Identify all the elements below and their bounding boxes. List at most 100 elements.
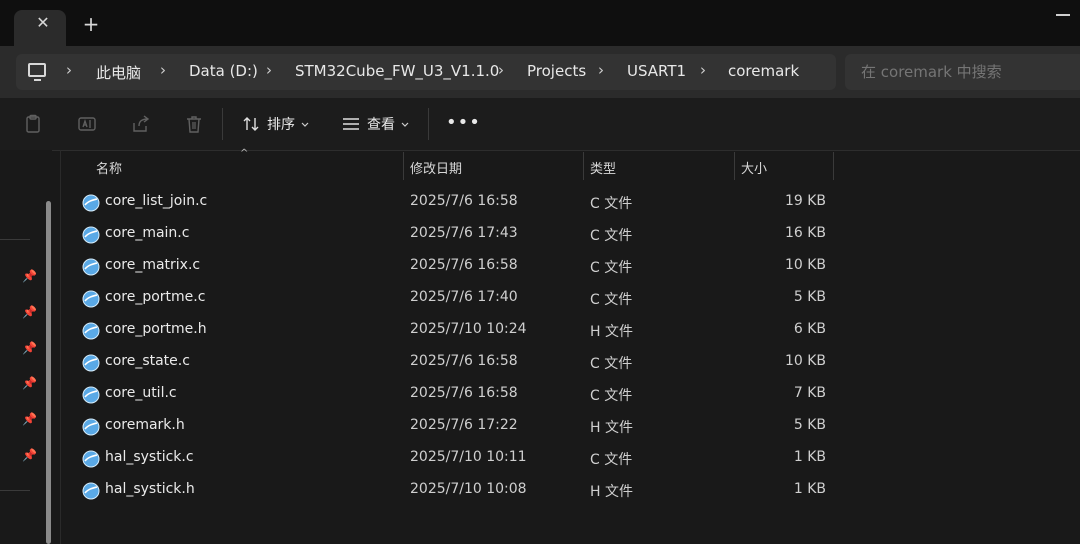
file-date: 2025/7/6 16:58 — [410, 385, 518, 401]
file-row[interactable]: core_util.c 2025/7/6 16:58 C 文件 7 KB — [62, 378, 1080, 410]
file-size: 1 KB — [793, 481, 826, 497]
column-name[interactable]: 名称 — [96, 158, 122, 177]
file-name: core_portme.c — [105, 289, 206, 305]
close-tab-icon[interactable]: ✕ — [34, 14, 52, 32]
column-type[interactable]: 类型 — [590, 158, 616, 177]
file-name: hal_systick.h — [105, 481, 195, 497]
view-button[interactable]: 查看 — [341, 112, 409, 136]
file-size: 5 KB — [793, 417, 826, 433]
file-size: 7 KB — [793, 385, 826, 401]
column-header: ^ 名称 修改日期 类型 大小 — [62, 148, 1080, 182]
search-input[interactable] — [845, 54, 1080, 90]
file-type: C 文件 — [590, 196, 633, 212]
file-size: 6 KB — [793, 321, 826, 337]
column-separator[interactable] — [734, 152, 735, 180]
column-separator[interactable] — [403, 152, 404, 180]
file-size: 19 KB — [784, 193, 826, 209]
pin-icon[interactable]: 📌 — [22, 412, 37, 426]
chevron-right-icon[interactable]: › — [598, 61, 604, 79]
computer-icon[interactable] — [28, 63, 46, 81]
view-icon — [343, 118, 359, 130]
c-source-file-icon — [82, 226, 100, 244]
file-row[interactable]: hal_systick.h 2025/7/10 10:08 H 文件 1 KB — [62, 474, 1080, 506]
file-type: H 文件 — [590, 420, 633, 436]
file-type: C 文件 — [590, 228, 633, 244]
file-name: hal_systick.c — [105, 449, 194, 465]
column-date[interactable]: 修改日期 — [410, 158, 462, 177]
file-size: 1 KB — [793, 449, 826, 465]
column-separator[interactable] — [833, 152, 834, 180]
c-source-file-icon — [82, 258, 100, 276]
file-row[interactable]: core_list_join.c 2025/7/6 16:58 C 文件 19 … — [62, 186, 1080, 218]
header-file-icon — [82, 482, 100, 500]
file-type: H 文件 — [590, 324, 633, 340]
breadcrumb-usart1[interactable]: USART1 — [627, 62, 686, 80]
file-size: 16 KB — [784, 225, 826, 241]
file-size: 10 KB — [784, 257, 826, 273]
navigation-pane: 📌 📌 📌 📌 📌 📌 — [0, 150, 52, 544]
file-list: core_list_join.c 2025/7/6 16:58 C 文件 19 … — [62, 186, 1080, 506]
clipboard-icon[interactable] — [23, 114, 43, 134]
file-name: core_portme.h — [105, 321, 207, 337]
pin-icon[interactable]: 📌 — [22, 305, 37, 319]
nav-divider — [0, 239, 30, 240]
file-type: H 文件 — [590, 484, 633, 500]
minimize-icon[interactable] — [1056, 14, 1070, 16]
breadcrumb-projects[interactable]: Projects — [527, 62, 586, 80]
file-row[interactable]: coremark.h 2025/7/6 17:22 H 文件 5 KB — [62, 410, 1080, 442]
chevron-right-icon[interactable]: › — [498, 61, 504, 79]
sort-label: 排序 — [267, 117, 295, 133]
toolbar-separator — [428, 108, 429, 140]
title-bar: ✕ + — [0, 0, 1080, 46]
chevron-right-icon[interactable]: › — [160, 61, 166, 79]
chevron-right-icon[interactable]: › — [66, 61, 72, 79]
file-date: 2025/7/10 10:11 — [410, 449, 527, 465]
pin-icon[interactable]: 📌 — [22, 448, 37, 462]
sort-icon — [243, 117, 259, 131]
chevron-down-icon — [401, 122, 409, 127]
pin-icon[interactable]: 📌 — [22, 341, 37, 355]
more-options-button[interactable]: ••• — [446, 112, 480, 136]
chevron-down-icon — [301, 122, 309, 127]
breadcrumb-stm32cube[interactable]: STM32Cube_FW_U3_V1.1.0 — [295, 62, 499, 80]
file-date: 2025/7/6 17:22 — [410, 417, 518, 433]
sort-caret-icon: ^ — [240, 148, 249, 159]
file-row[interactable]: core_main.c 2025/7/6 17:43 C 文件 16 KB — [62, 218, 1080, 250]
view-label: 查看 — [367, 117, 395, 133]
file-date: 2025/7/10 10:24 — [410, 321, 527, 337]
chevron-right-icon[interactable]: › — [266, 61, 272, 79]
file-row[interactable]: core_portme.h 2025/7/10 10:24 H 文件 6 KB — [62, 314, 1080, 346]
c-source-file-icon — [82, 290, 100, 308]
file-name: core_state.c — [105, 353, 190, 369]
breadcrumb-this-pc[interactable]: 此电脑 — [96, 62, 141, 83]
address-bar[interactable]: › 此电脑 › Data (D:) › STM32Cube_FW_U3_V1.1… — [16, 54, 836, 90]
sort-button[interactable]: 排序 — [241, 112, 309, 136]
c-source-file-icon — [82, 354, 100, 372]
share-icon[interactable] — [131, 114, 151, 134]
header-file-icon — [82, 322, 100, 340]
pin-icon[interactable]: 📌 — [22, 269, 37, 283]
file-type: C 文件 — [590, 292, 633, 308]
column-size[interactable]: 大小 — [741, 158, 767, 177]
new-tab-button[interactable]: + — [82, 14, 100, 34]
file-row[interactable]: core_state.c 2025/7/6 16:58 C 文件 10 KB — [62, 346, 1080, 378]
file-date: 2025/7/6 16:58 — [410, 353, 518, 369]
breadcrumb-coremark[interactable]: coremark — [728, 62, 799, 80]
delete-icon[interactable] — [184, 114, 204, 134]
rename-icon[interactable] — [77, 114, 97, 134]
file-row[interactable]: core_portme.c 2025/7/6 17:40 C 文件 5 KB — [62, 282, 1080, 314]
header-file-icon — [82, 418, 100, 436]
chevron-right-icon[interactable]: › — [700, 61, 706, 79]
nav-scrollbar[interactable] — [46, 201, 51, 544]
file-date: 2025/7/6 16:58 — [410, 193, 518, 209]
column-separator[interactable] — [583, 152, 584, 180]
file-type: C 文件 — [590, 356, 633, 372]
file-date: 2025/7/6 17:43 — [410, 225, 518, 241]
file-row[interactable]: core_matrix.c 2025/7/6 16:58 C 文件 10 KB — [62, 250, 1080, 282]
file-type: C 文件 — [590, 452, 633, 468]
file-date: 2025/7/10 10:08 — [410, 481, 527, 497]
file-row[interactable]: hal_systick.c 2025/7/10 10:11 C 文件 1 KB — [62, 442, 1080, 474]
breadcrumb-drive[interactable]: Data (D:) — [189, 62, 258, 80]
pane-divider[interactable] — [60, 150, 61, 544]
pin-icon[interactable]: 📌 — [22, 376, 37, 390]
